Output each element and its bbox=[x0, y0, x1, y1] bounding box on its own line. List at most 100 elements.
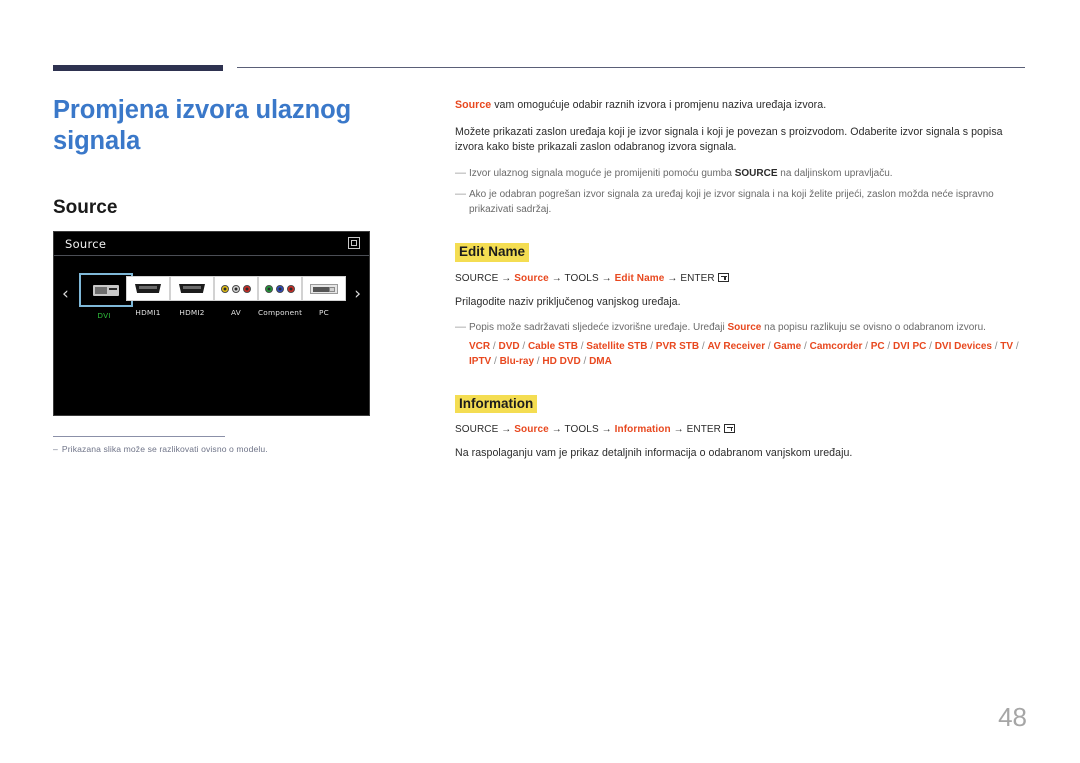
edit-name-note: — Popis može sadržavati sljedeće izvorišn… bbox=[455, 321, 1027, 369]
source-item-row: DVI HDMI1 HDMI2 AV Component PC bbox=[79, 273, 346, 320]
arrow-glyph: → bbox=[551, 424, 562, 436]
arrow-glyph: → bbox=[551, 272, 562, 284]
path-part-4: Edit Name bbox=[614, 272, 665, 284]
path-part-5: ENTER bbox=[686, 424, 722, 436]
figure-footnote: – Prikazana slika može se razlikovati ovi… bbox=[53, 444, 393, 454]
right-column: Source vam omogućuje odabir raznih izvor… bbox=[455, 98, 1027, 473]
menu-path-information: SOURCE → Source → TOOLS → Information → … bbox=[455, 424, 1027, 435]
next-arrow-icon[interactable]: › bbox=[354, 286, 361, 303]
device-separator: / bbox=[647, 340, 656, 352]
source-label: AV bbox=[231, 308, 241, 317]
device-type: HD DVD bbox=[542, 355, 581, 367]
arrow-glyph: → bbox=[667, 272, 678, 284]
device-separator: / bbox=[926, 340, 935, 352]
source-item-hdmi2[interactable]: HDMI2 bbox=[170, 276, 214, 320]
path-part-5: ENTER bbox=[680, 272, 715, 284]
page-title: Promjena izvora ulaznog signala bbox=[53, 96, 352, 155]
bullet-bold-term: SOURCE bbox=[734, 167, 778, 179]
bullet-text-post: na daljinskom upravljaču. bbox=[777, 167, 893, 179]
note-bullet-2: — Ako je odabran pogrešan izvor signala z… bbox=[455, 188, 1027, 217]
device-type: DVI Devices bbox=[934, 340, 992, 352]
note-text-pre: Popis može sadržavati sljedeće izvorišne… bbox=[469, 322, 728, 334]
source-item-pc[interactable]: PC bbox=[302, 276, 346, 320]
body-paragraph: Možete prikazati zaslon uređaja koji je … bbox=[455, 125, 1003, 154]
device-separator: / bbox=[491, 355, 500, 367]
note-accent-term: Source bbox=[727, 322, 762, 334]
tv-menu-title: Source bbox=[65, 236, 107, 251]
information-description: Na raspolaganju vam je prikaz detaljnih … bbox=[455, 447, 853, 460]
source-label: HDMI2 bbox=[179, 308, 205, 317]
device-separator: / bbox=[862, 340, 871, 352]
bullet-dash: — bbox=[455, 321, 466, 334]
footnote-dash: – bbox=[53, 444, 58, 454]
arrow-glyph: → bbox=[501, 272, 512, 284]
hdmi-connector-icon bbox=[126, 276, 170, 301]
tv-source-screen-mockup: Source ‹ › DVI HDMI1 HDMI2 AV Component … bbox=[53, 231, 370, 416]
bullet-dash: — bbox=[455, 188, 466, 200]
edit-name-description: Prilagodite naziv priključenog vanjskog … bbox=[455, 295, 681, 308]
section-title: Source bbox=[53, 197, 118, 219]
device-type: IPTV bbox=[469, 355, 492, 367]
intro-rest: vam omogućuje odabir raznih izvora i pro… bbox=[491, 99, 827, 111]
device-separator: / bbox=[580, 355, 590, 367]
device-type: DVI PC bbox=[893, 340, 927, 352]
dvi-connector-icon bbox=[79, 273, 133, 307]
device-type: DVD bbox=[498, 340, 520, 352]
source-label: Component bbox=[258, 308, 303, 317]
source-label: HDMI1 bbox=[135, 308, 161, 317]
header-rule-right bbox=[237, 67, 1025, 68]
intro-paragraph: Source vam omogućuje odabir raznih izvor… bbox=[455, 98, 1027, 114]
note-text-post: na popisu razlikuju se ovisno o odabrano… bbox=[761, 322, 986, 334]
intro-accent-term: Source bbox=[455, 99, 492, 111]
page-number: 48 bbox=[998, 702, 1027, 732]
bullet-dash: — bbox=[455, 166, 466, 179]
pc-dsub-connector-icon bbox=[302, 276, 346, 301]
arrow-glyph: → bbox=[673, 424, 684, 436]
device-type: PC bbox=[870, 340, 885, 352]
path-part-2: Source bbox=[514, 272, 549, 284]
device-separator: / bbox=[801, 340, 810, 352]
path-part-2: Source bbox=[514, 424, 549, 436]
window-icon bbox=[348, 237, 360, 249]
path-part-4: Information bbox=[614, 424, 671, 436]
note-bullet-1: — Izvor ulaznog signala moguće je promije… bbox=[455, 167, 1027, 182]
device-type: Satellite STB bbox=[586, 340, 648, 352]
left-column: Promjena izvora ulaznog signala Source S… bbox=[53, 95, 413, 247]
source-item-av[interactable]: AV bbox=[214, 276, 258, 320]
arrow-glyph: → bbox=[601, 424, 612, 436]
edit-name-heading: Edit Name bbox=[455, 243, 530, 262]
tv-menu-header: Source bbox=[54, 232, 369, 256]
path-part-3: TOOLS bbox=[564, 424, 599, 436]
device-type: PVR STB bbox=[655, 340, 700, 352]
device-type: TV bbox=[1000, 340, 1014, 352]
path-part-3: TOOLS bbox=[564, 272, 599, 284]
device-separator: / bbox=[884, 340, 893, 352]
footnote-text: Prikazana slika može se razlikovati ovis… bbox=[61, 444, 268, 454]
prev-arrow-icon[interactable]: ‹ bbox=[62, 286, 69, 303]
arrow-glyph: → bbox=[501, 424, 512, 436]
source-item-hdmi1[interactable]: HDMI1 bbox=[126, 276, 170, 320]
header-rule-left bbox=[53, 65, 223, 71]
source-item-component[interactable]: Component bbox=[258, 276, 302, 320]
arrow-glyph: → bbox=[601, 272, 612, 284]
component-rca-icon bbox=[258, 276, 302, 301]
source-item-dvi[interactable]: DVI bbox=[79, 273, 133, 320]
source-label: PC bbox=[319, 308, 329, 317]
bullet-text-pre: Ako je odabran pogrešan izvor signala za… bbox=[469, 189, 994, 215]
device-type: Cable STB bbox=[527, 340, 578, 352]
device-type: AV Receiver bbox=[707, 340, 766, 352]
device-type: Game bbox=[773, 340, 802, 352]
enter-key-icon bbox=[724, 424, 736, 434]
device-separator: / bbox=[1013, 340, 1019, 352]
device-type: VCR bbox=[469, 340, 491, 352]
footnote-rule bbox=[53, 436, 225, 437]
device-type: Camcorder bbox=[809, 340, 863, 352]
path-part-1: SOURCE bbox=[455, 272, 499, 284]
device-separator: / bbox=[519, 340, 528, 352]
menu-path-edit-name: SOURCE → Source → TOOLS → Edit Name → EN… bbox=[455, 272, 1027, 284]
information-heading: Information bbox=[455, 394, 538, 414]
device-type: DMA bbox=[589, 355, 612, 367]
device-type: Blu-ray bbox=[499, 355, 535, 367]
bullet-text-pre: Izvor ulaznog signala moguće je promijen… bbox=[469, 167, 735, 179]
device-type-list: VCR / DVD / Cable STB / Satellite STB / … bbox=[469, 339, 1027, 369]
